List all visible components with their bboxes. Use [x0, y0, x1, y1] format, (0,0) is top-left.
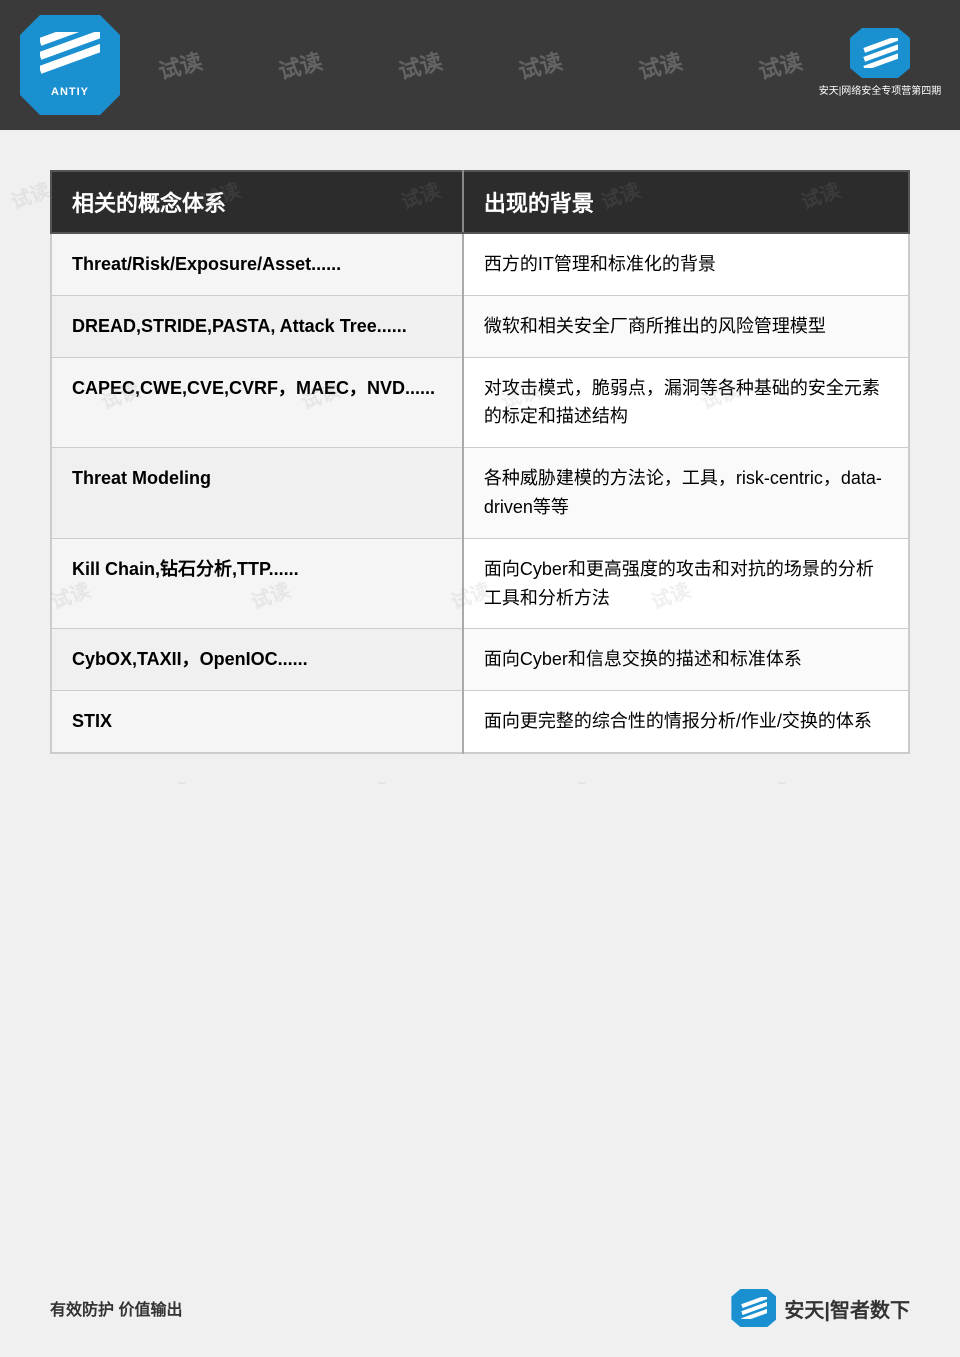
- footer-brand-slogan: |智者数下: [824, 1300, 910, 1322]
- footer: 有效防护 价值输出 安天|智者数下: [50, 1289, 910, 1327]
- antiy-logo: ANTIY: [20, 15, 120, 115]
- table-header-col2: 出现的背景: [463, 171, 909, 233]
- footer-brand-antiy: 安天: [784, 1300, 824, 1322]
- table-row: CAPEC,CWE,CVE,CVRF，MAEC，NVD......对攻击模式，脆…: [51, 357, 909, 448]
- main-content: 试读 试读 试读 试读 试读 试读 试读 试读 试读 试读 试读 试读 试读 试…: [0, 130, 960, 784]
- header-wm-4: 试读: [515, 44, 566, 86]
- wm-16: 试读: [546, 774, 594, 784]
- wm-1: 试读: [6, 174, 54, 215]
- table-cell-concept-0: Threat/Risk/Exposure/Asset......: [51, 233, 463, 295]
- logo-stripes: [40, 32, 100, 82]
- header-right-stripes: [863, 38, 898, 68]
- header-watermark-area: 试读 试读 试读 试读 试读 试读: [0, 0, 960, 130]
- table-row: CybOX,TAXII，OpenIOC......面向Cyber和信息交换的描述…: [51, 629, 909, 691]
- header: ANTIY 试读 试读 试读 试读 试读 试读 安天|网络安全专项营第四期: [0, 0, 960, 130]
- concept-table: 相关的概念体系 出现的背景 Threat/Risk/Exposure/Asset…: [50, 170, 910, 754]
- table-row: Kill Chain,钻石分析,TTP......面向Cyber和更高强度的攻击…: [51, 538, 909, 629]
- table-cell-background-3: 各种威胁建模的方法论，工具，risk-centric，data-driven等等: [463, 448, 909, 539]
- table-cell-concept-5: CybOX,TAXII，OpenIOC......: [51, 629, 463, 691]
- header-right-logo-icon: [850, 28, 910, 78]
- logo-label: ANTIY: [51, 86, 89, 98]
- table-cell-concept-2: CAPEC,CWE,CVE,CVRF，MAEC，NVD......: [51, 357, 463, 448]
- wm-14: 试读: [146, 774, 194, 784]
- table-cell-background-5: 面向Cyber和信息交换的描述和标准体系: [463, 629, 909, 691]
- table-cell-concept-4: Kill Chain,钻石分析,TTP......: [51, 538, 463, 629]
- wm-17: 试读: [746, 774, 794, 784]
- table-cell-background-0: 西方的IT管理和标准化的背景: [463, 233, 909, 295]
- table-row: STIX面向更完整的综合性的情报分析/作业/交换的体系: [51, 691, 909, 753]
- footer-brand: 安天|智者数下: [731, 1289, 910, 1327]
- header-right-text: 安天|网络安全专项营第四期: [819, 82, 942, 97]
- footer-logo-icon: [731, 1289, 776, 1327]
- table-cell-concept-6: STIX: [51, 691, 463, 753]
- header-wm-2: 试读: [275, 44, 326, 86]
- table-cell-concept-1: DREAD,STRIDE,PASTA, Attack Tree......: [51, 295, 463, 357]
- table-row: DREAD,STRIDE,PASTA, Attack Tree......微软和…: [51, 295, 909, 357]
- table-row: Threat Modeling各种威胁建模的方法论，工具，risk-centri…: [51, 448, 909, 539]
- footer-logo-stripes: [741, 1297, 767, 1319]
- table-cell-concept-3: Threat Modeling: [51, 448, 463, 539]
- table-header-col1: 相关的概念体系: [51, 171, 463, 233]
- header-wm-1: 试读: [155, 44, 206, 86]
- table-cell-background-2: 对攻击模式，脆弱点，漏洞等各种基础的安全元素的标定和描述结构: [463, 357, 909, 448]
- header-wm-3: 试读: [395, 44, 446, 86]
- table-cell-background-4: 面向Cyber和更高强度的攻击和对抗的场景的分析工具和分析方法: [463, 538, 909, 629]
- wm-15: 试读: [346, 774, 394, 784]
- footer-brand-text: 安天|智者数下: [784, 1294, 910, 1323]
- header-wm-6: 试读: [755, 44, 806, 86]
- table-row: Threat/Risk/Exposure/Asset......西方的IT管理和…: [51, 233, 909, 295]
- table-cell-background-6: 面向更完整的综合性的情报分析/作业/交换的体系: [463, 691, 909, 753]
- table-cell-background-1: 微软和相关安全厂商所推出的风险管理模型: [463, 295, 909, 357]
- header-right-logo: 安天|网络安全专项营第四期: [820, 15, 940, 110]
- header-wm-5: 试读: [635, 44, 686, 86]
- footer-tagline: 有效防护 价值输出: [50, 1296, 182, 1320]
